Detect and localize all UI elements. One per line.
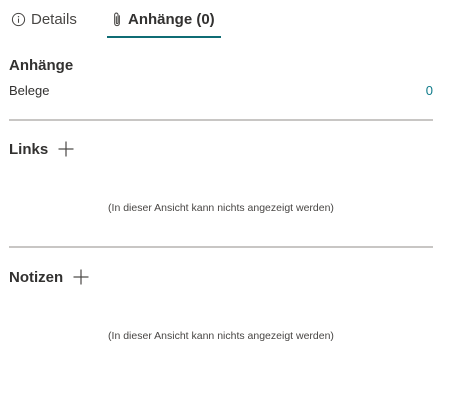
- paperclip-icon: [111, 11, 123, 28]
- notes-header: Notizen: [9, 267, 91, 287]
- tab-attachments[interactable]: Anhänge (0): [111, 0, 215, 38]
- tab-details-label: Details: [31, 10, 77, 28]
- tab-bar: Details Anhänge (0): [0, 0, 449, 40]
- notes-empty-message: (In dieser Ansicht kann nichts angezeigt…: [108, 330, 334, 342]
- plus-icon: [58, 141, 74, 157]
- plus-icon: [73, 269, 89, 285]
- tab-details[interactable]: Details: [11, 0, 77, 38]
- links-heading: Links: [9, 140, 49, 158]
- active-tab-indicator: [107, 36, 221, 38]
- attachments-panel: Details Anhänge (0) Anhänge Belege 0 Lin…: [0, 0, 449, 415]
- links-header: Links: [9, 139, 76, 159]
- receipts-count-link[interactable]: 0: [426, 83, 433, 98]
- divider: [9, 119, 433, 121]
- links-empty-message: (In dieser Ansicht kann nichts angezeigt…: [108, 202, 334, 214]
- tab-attachments-label: Anhänge (0): [128, 10, 215, 28]
- divider: [9, 246, 433, 248]
- notes-heading: Notizen: [9, 268, 64, 286]
- attachments-heading: Anhänge: [9, 57, 74, 74]
- info-icon: [11, 12, 26, 27]
- add-link-button[interactable]: [56, 139, 76, 159]
- add-note-button[interactable]: [71, 267, 91, 287]
- receipts-label: Belege: [9, 83, 50, 98]
